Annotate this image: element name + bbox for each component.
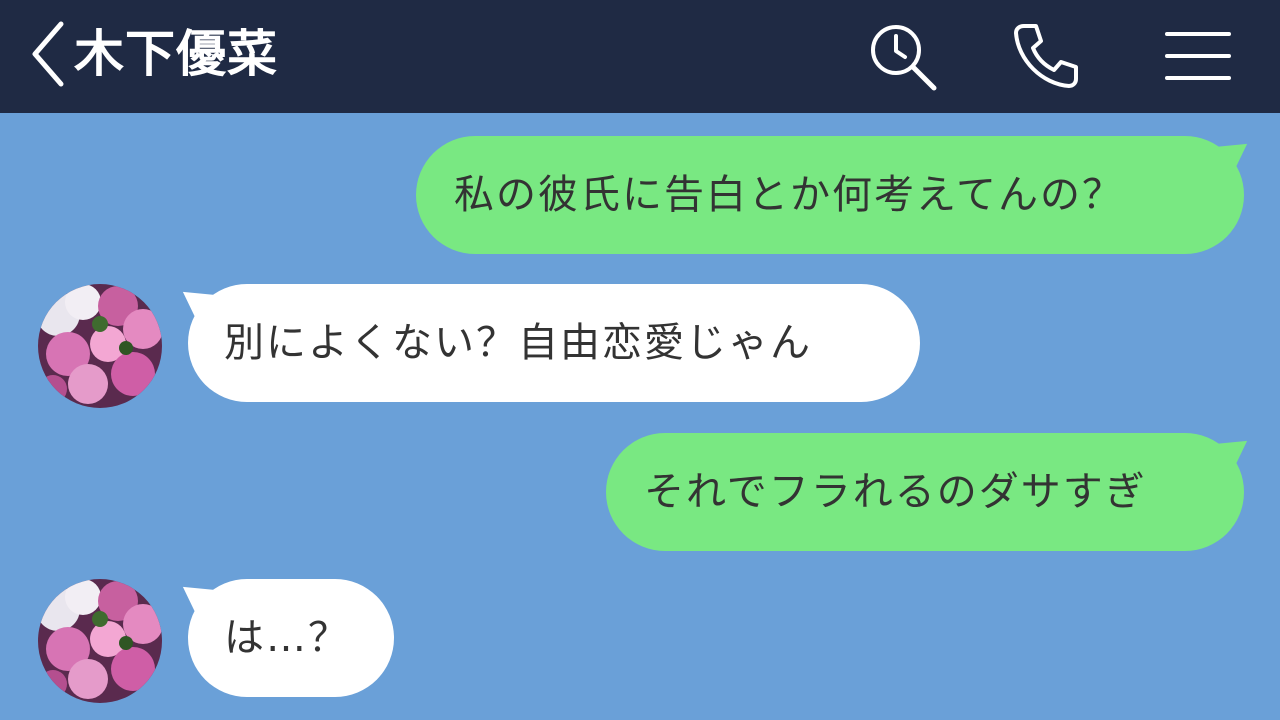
message-text: それでフラれるのダサすぎ [644, 469, 1147, 515]
chat-title: 木下優菜 [74, 25, 278, 83]
chevron-left-icon [32, 21, 64, 87]
outgoing-message[interactable]: 私の彼氏に告白とか何考えてんの？ [416, 136, 1244, 254]
incoming-message[interactable]: は…？ [188, 579, 394, 697]
search-button[interactable] [864, 18, 940, 94]
incoming-message[interactable]: 別によくない？自由恋愛じゃん [188, 284, 920, 402]
chat-header: 木下優菜 [0, 0, 1280, 113]
contact-avatar[interactable] [38, 284, 162, 408]
message-text: 私の彼氏に告白とか何考えてんの？ [454, 172, 1124, 218]
message-text: 別によくない？自由恋愛じゃん [224, 320, 812, 366]
back-button[interactable] [22, 16, 72, 92]
contact-avatar[interactable] [38, 579, 162, 703]
chat-area[interactable]: 私の彼氏に告白とか何考えてんの？ 別によくない？自由恋愛じゃん それでフラれるの… [0, 113, 1280, 720]
message-text: は…？ [224, 615, 350, 661]
outgoing-message[interactable]: それでフラれるのダサすぎ [606, 433, 1244, 551]
chat-app: 木下優菜 私の彼氏に告白とか何考えてんの？ 別によくない？自由恋愛じゃん それで… [0, 0, 1280, 720]
hamburger-menu-icon [1165, 32, 1231, 80]
call-button[interactable] [1008, 18, 1084, 94]
search-history-icon [871, 25, 937, 91]
flower-avatar [38, 284, 162, 408]
menu-button[interactable] [1160, 18, 1236, 94]
phone-icon [1014, 24, 1078, 88]
flower-avatar [38, 579, 162, 703]
